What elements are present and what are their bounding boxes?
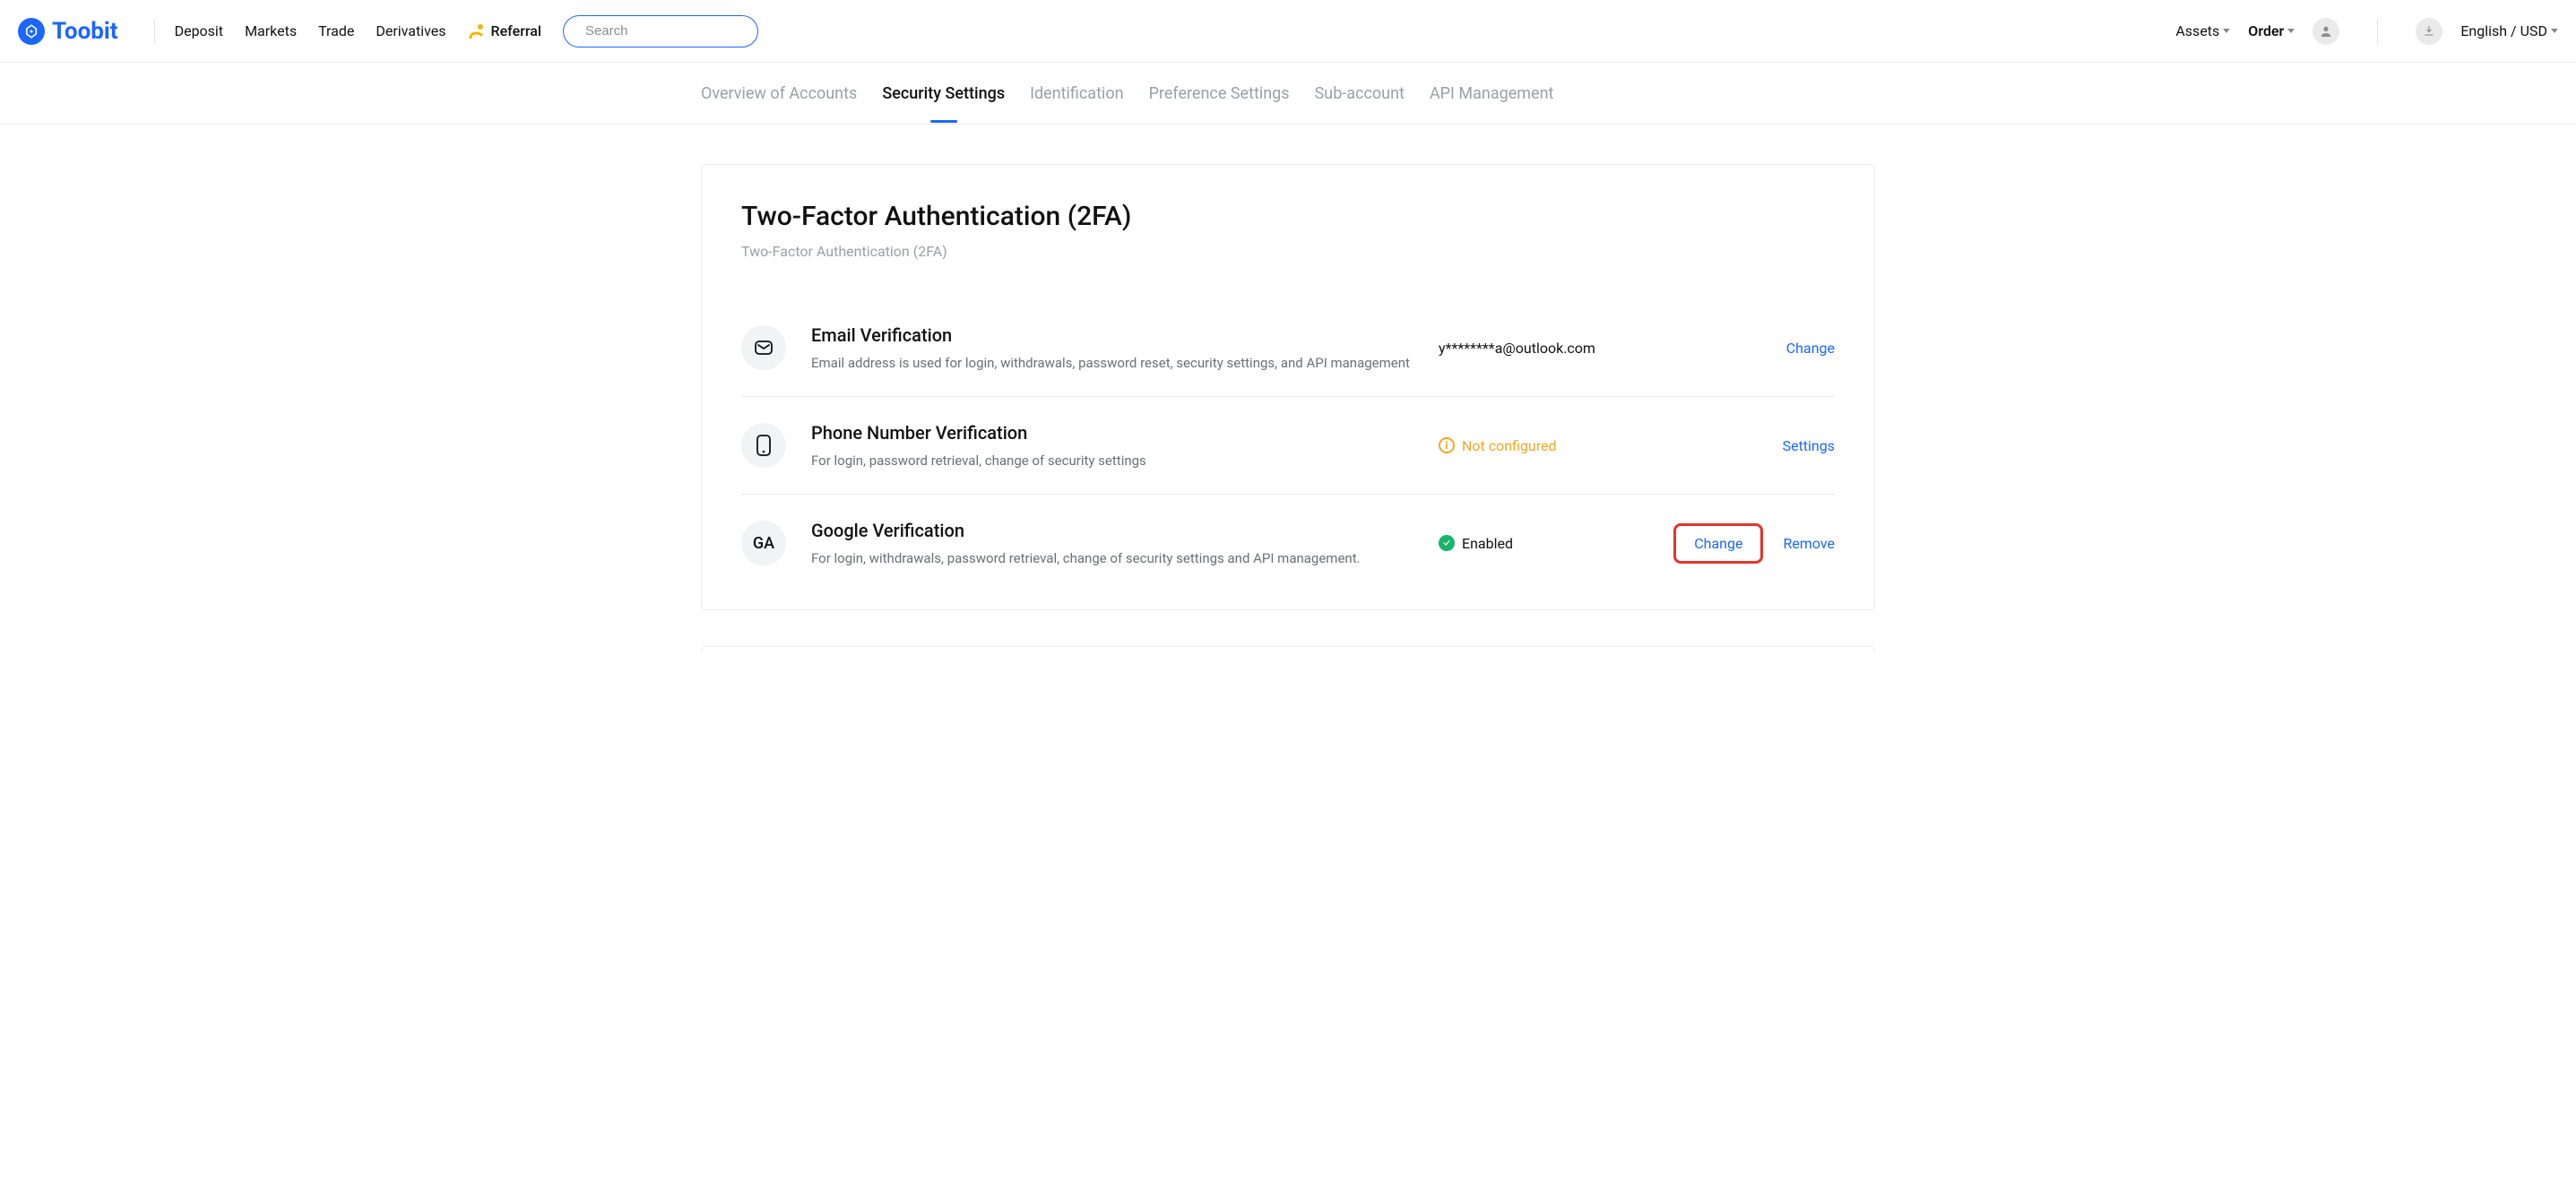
divider	[2377, 19, 2378, 44]
row-phone-title: Phone Number Verification	[811, 422, 1439, 444]
row-email-verification: Email Verification Email address is used…	[741, 299, 1835, 397]
email-icon	[741, 325, 786, 370]
nav-trade[interactable]: Trade	[318, 22, 354, 39]
warning-icon: i	[1439, 437, 1455, 453]
google-auth-icon: GA	[741, 521, 786, 565]
nav-referral[interactable]: Referral	[468, 22, 541, 39]
row-phone-desc: For login, password retrieval, change of…	[811, 453, 1439, 469]
main-nav-links: Deposit Markets Trade Derivatives Referr…	[175, 22, 541, 39]
row-phone-status-text: Not configured	[1462, 437, 1557, 454]
brand-logo[interactable]: Toobit	[18, 18, 118, 45]
row-email-desc: Email address is used for login, withdra…	[811, 355, 1439, 371]
nav-referral-label: Referral	[491, 22, 541, 39]
google-change-button[interactable]: Change	[1694, 535, 1742, 552]
assets-dropdown[interactable]: Assets	[2175, 22, 2230, 39]
tab-preference[interactable]: Preference Settings	[1149, 84, 1290, 103]
locale-label: English / USD	[2460, 22, 2547, 39]
account-tabs-bar: Overview of Accounts Security Settings I…	[0, 63, 2576, 125]
two-factor-card: Two-Factor Authentication (2FA) Two-Fact…	[701, 164, 1875, 610]
tab-security[interactable]: Security Settings	[882, 84, 1005, 103]
tab-overview[interactable]: Overview of Accounts	[701, 84, 857, 103]
row-google-verification: GA Google Verification For login, withdr…	[741, 495, 1835, 591]
tab-subaccount[interactable]: Sub-account	[1315, 84, 1405, 103]
phone-settings-button[interactable]: Settings	[1783, 437, 1835, 454]
account-avatar[interactable]	[2312, 18, 2339, 45]
brand-name: Toobit	[52, 18, 118, 45]
card-title: Two-Factor Authentication (2FA)	[741, 201, 1835, 232]
search-box[interactable]	[563, 15, 758, 47]
download-button[interactable]	[2416, 18, 2442, 45]
assets-label: Assets	[2175, 22, 2219, 39]
email-change-button[interactable]: Change	[1786, 340, 1835, 357]
row-google-desc: For login, withdrawals, password retriev…	[811, 550, 1439, 566]
google-remove-button[interactable]: Remove	[1783, 535, 1835, 552]
tab-identification[interactable]: Identification	[1030, 84, 1123, 103]
nav-markets[interactable]: Markets	[245, 22, 297, 39]
row-google-status: Enabled	[1439, 535, 1673, 552]
google-change-highlight: Change	[1673, 523, 1763, 564]
locale-dropdown[interactable]: English / USD	[2460, 22, 2558, 39]
person-icon	[2319, 24, 2333, 39]
row-phone-verification: Phone Number Verification For login, pas…	[741, 397, 1835, 495]
brand-logo-icon	[18, 18, 45, 45]
order-dropdown[interactable]: Order	[2248, 22, 2295, 39]
nav-deposit[interactable]: Deposit	[175, 22, 223, 39]
search-input[interactable]	[585, 23, 764, 39]
row-phone-status: i Not configured	[1439, 437, 1783, 454]
caret-down-icon	[2223, 29, 2230, 33]
ga-badge-text: GA	[753, 534, 774, 553]
row-email-status: y********a@outlook.com	[1439, 340, 1786, 357]
nav-derivatives[interactable]: Derivatives	[376, 22, 445, 39]
referral-icon	[468, 23, 486, 39]
top-right-cluster: Assets Order English / USD	[2175, 18, 2558, 45]
check-icon	[1439, 535, 1455, 551]
divider	[154, 19, 155, 44]
row-email-title: Email Verification	[811, 324, 1439, 346]
row-google-title: Google Verification	[811, 520, 1439, 541]
caret-down-icon	[2287, 29, 2295, 33]
caret-down-icon	[2551, 29, 2558, 33]
tab-api[interactable]: API Management	[1430, 84, 1554, 103]
card-subtitle: Two-Factor Authentication (2FA)	[741, 243, 1835, 260]
download-icon	[2423, 25, 2435, 38]
next-card-peek	[701, 646, 1875, 653]
phone-icon	[741, 423, 786, 468]
order-label: Order	[2248, 22, 2284, 39]
row-google-status-text: Enabled	[1462, 535, 1513, 552]
top-nav: Toobit Deposit Markets Trade Derivatives…	[0, 0, 2576, 63]
